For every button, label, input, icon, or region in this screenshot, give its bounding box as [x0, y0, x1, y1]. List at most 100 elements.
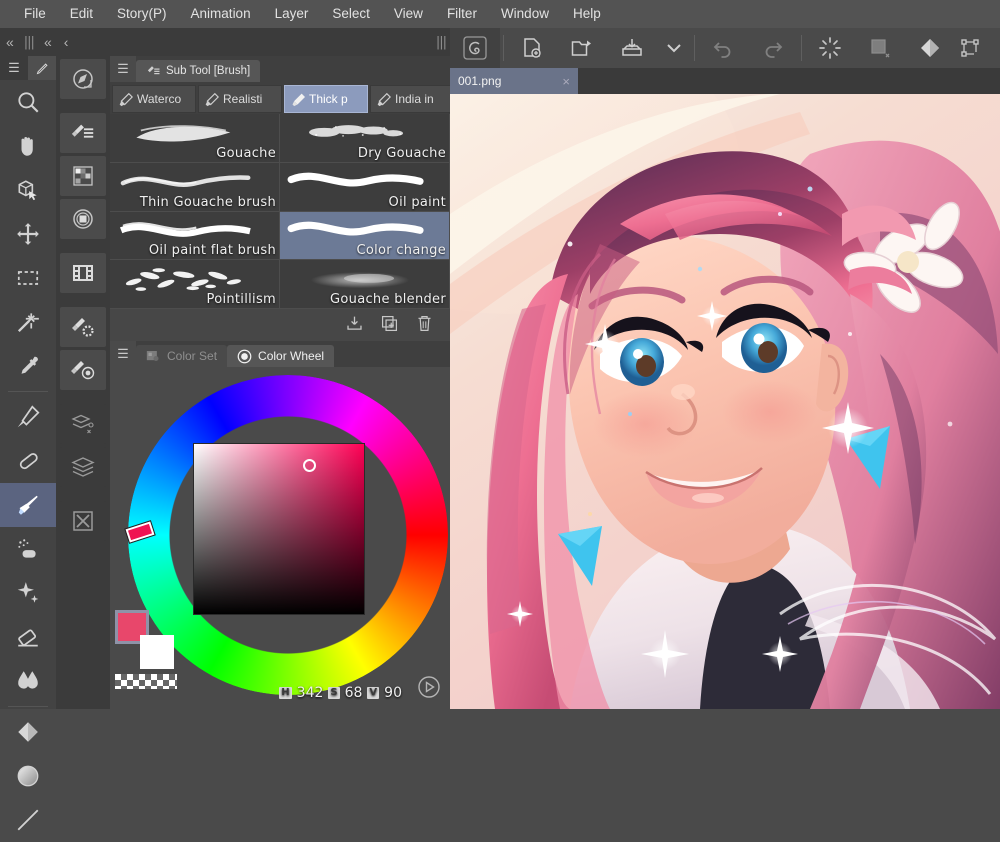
- collapse-left-icon[interactable]: «: [38, 34, 58, 50]
- brush-item-oil-paint-flat-brush[interactable]: Oil paint flat brush: [110, 212, 280, 261]
- brush-item-pointillism[interactable]: Pointillism: [110, 260, 280, 309]
- pencil-tool[interactable]: [0, 439, 56, 483]
- gradient-tool[interactable]: [0, 754, 56, 798]
- collapse-all-left-icon[interactable]: «: [0, 34, 20, 50]
- decoration-tool[interactable]: [0, 571, 56, 615]
- play-circle-icon[interactable]: [416, 674, 442, 703]
- brush-tab-label: Waterco: [137, 92, 181, 106]
- canvas-artwork[interactable]: [450, 94, 1000, 709]
- background-color-swatch[interactable]: [140, 635, 174, 669]
- drag-handle-1[interactable]: |||: [20, 35, 38, 50]
- brush-tab-realistic[interactable]: Realisti: [198, 85, 282, 113]
- sub-tool-action-bar: [110, 309, 450, 341]
- color-set-palette[interactable]: [60, 156, 106, 196]
- hsv-readout: H 342 S 68 V 90: [279, 685, 402, 701]
- fill-tool[interactable]: [0, 710, 56, 754]
- brush-list: Gouache Dry Gouache Thin Gouache brush: [110, 114, 450, 309]
- tab-color-set[interactable]: Color Set: [136, 345, 227, 367]
- brush-item-color-change[interactable]: Color change: [280, 212, 450, 261]
- saturation-value-cursor[interactable]: [303, 459, 316, 472]
- menu-item-help[interactable]: Help: [561, 0, 613, 28]
- brush-item-gouache[interactable]: Gouache: [110, 114, 280, 163]
- navigator-palette[interactable]: [60, 59, 106, 99]
- undo-button[interactable]: [698, 28, 748, 68]
- brush-tab-label: Thick p: [309, 92, 348, 106]
- pen-tool[interactable]: [0, 395, 56, 439]
- tool-property-palette[interactable]: [60, 307, 106, 347]
- move-layer-tool[interactable]: [0, 212, 56, 256]
- redo-button[interactable]: [748, 28, 798, 68]
- brush-small-icon: [203, 92, 220, 107]
- document-tab[interactable]: 001.png ×: [450, 68, 578, 94]
- transparent-color-swatch[interactable]: [115, 674, 177, 689]
- value-key-label: V: [367, 687, 379, 699]
- zoom-tool[interactable]: [0, 80, 56, 124]
- drag-handle-2[interactable]: |||: [432, 35, 450, 50]
- brush-item-oil-paint[interactable]: Oil paint: [280, 163, 450, 212]
- eyedropper-tool[interactable]: [0, 344, 56, 388]
- saturation-value-square[interactable]: [193, 443, 365, 615]
- tab-color-wheel[interactable]: Color Wheel: [227, 345, 334, 367]
- brush-tab-watercolor[interactable]: Waterco: [112, 85, 196, 113]
- scale-rotate-button[interactable]: [955, 28, 985, 68]
- menu-item-window[interactable]: Window: [489, 0, 561, 28]
- fill-selection-button[interactable]: [855, 28, 905, 68]
- brush-size-palette[interactable]: [60, 350, 106, 390]
- delete-subtool-button[interactable]: [415, 314, 434, 336]
- color-wheel-icon: [237, 349, 252, 364]
- pencil-icon[interactable]: [28, 56, 56, 80]
- hamburger-menu-icon[interactable]: ☰: [110, 341, 136, 367]
- eraser-tool[interactable]: [0, 615, 56, 659]
- selection-tool[interactable]: [0, 256, 56, 300]
- object-tool[interactable]: [0, 168, 56, 212]
- hamburger-menu-icon[interactable]: ☰: [0, 60, 28, 76]
- clear-button[interactable]: [805, 28, 855, 68]
- hamburger-menu-icon[interactable]: ☰: [110, 56, 136, 82]
- blend-tool[interactable]: [0, 659, 56, 703]
- save-file-button[interactable]: [607, 28, 657, 68]
- sub-tool-palette[interactable]: [60, 113, 106, 153]
- sub-tool-tab-label: Sub Tool [Brush]: [166, 65, 250, 77]
- document-tab-label: 001.png: [458, 74, 501, 88]
- new-file-button[interactable]: [507, 28, 557, 68]
- auto-select-tool[interactable]: [0, 300, 56, 344]
- menu-item-file[interactable]: File: [12, 0, 58, 28]
- brush-tab-thick-paint[interactable]: Thick p: [284, 85, 368, 113]
- color-panel-tab-bar: ☰ Color Set Color Wheel: [110, 341, 450, 367]
- document-area: 001.png ×: [450, 28, 1000, 709]
- move-canvas-tool[interactable]: [0, 124, 56, 168]
- hue-key-label: H: [279, 687, 291, 699]
- menu-item-animation[interactable]: Animation: [179, 0, 263, 28]
- layer-palette[interactable]: [60, 447, 106, 487]
- menu-item-filter[interactable]: Filter: [435, 0, 489, 28]
- collapse-single-icon[interactable]: ‹: [58, 34, 75, 50]
- panel-collapse-bar: « ||| « ‹ |||: [0, 28, 450, 56]
- menu-item-layer[interactable]: Layer: [263, 0, 321, 28]
- close-icon[interactable]: ×: [562, 74, 570, 89]
- animation-palette[interactable]: [60, 253, 106, 293]
- save-subtool-button[interactable]: [345, 314, 364, 336]
- save-options-dropdown[interactable]: [657, 28, 691, 68]
- tab-sub-tool-brush[interactable]: Sub Tool [Brush]: [136, 60, 260, 82]
- brush-tool[interactable]: [0, 483, 56, 527]
- airbrush-tool[interactable]: [0, 527, 56, 571]
- open-file-button[interactable]: [557, 28, 607, 68]
- menu-item-edit[interactable]: Edit: [58, 0, 105, 28]
- brush-item-label: Oil paint flat brush: [149, 243, 276, 258]
- menu-item-story[interactable]: Story(P): [105, 0, 179, 28]
- menu-item-view[interactable]: View: [382, 0, 435, 28]
- fill-button[interactable]: [905, 28, 955, 68]
- menu-item-select[interactable]: Select: [320, 0, 382, 28]
- figure-tool[interactable]: [0, 798, 56, 842]
- brush-item-label: Pointillism: [207, 292, 276, 307]
- brush-tab-india-ink[interactable]: India in: [370, 85, 450, 113]
- brush-item-dry-gouache[interactable]: Dry Gouache: [280, 114, 450, 163]
- quick-mask-palette[interactable]: [60, 501, 106, 541]
- brush-small-icon: [117, 92, 134, 107]
- material-palette[interactable]: [60, 404, 106, 444]
- command-separator: [801, 35, 802, 61]
- duplicate-subtool-button[interactable]: [380, 314, 399, 336]
- layer-property-palette[interactable]: [60, 199, 106, 239]
- brush-item-thin-gouache-brush[interactable]: Thin Gouache brush: [110, 163, 280, 212]
- brush-item-gouache-blender[interactable]: Gouache blender: [280, 260, 450, 309]
